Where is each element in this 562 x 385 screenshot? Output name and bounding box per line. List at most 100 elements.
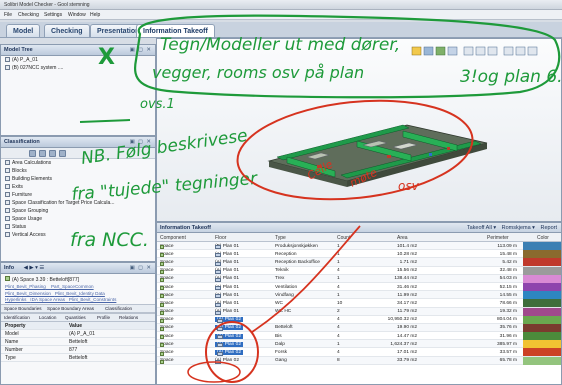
floor-icon	[217, 335, 223, 340]
property-row: Name Betteloft	[1, 338, 155, 346]
takeoff-all-dropdown[interactable]: Takeoff All ▾	[467, 225, 496, 231]
col-component[interactable]: Component	[160, 235, 186, 241]
floor-icon	[217, 318, 223, 323]
col-floor[interactable]: Floor	[215, 235, 226, 241]
tab-relations[interactable]: Relations	[119, 315, 138, 320]
space-icon	[160, 359, 164, 364]
window-titlebar: Solibri Model Checker - Gool stemning	[0, 0, 562, 10]
building-model	[267, 46, 538, 187]
3d-viewer[interactable]	[156, 38, 562, 222]
table-row[interactable]: Space (A) Plan 02 4 10,950.32 m2 804.04 m	[157, 315, 561, 324]
tab-classification[interactable]: Classification	[105, 306, 132, 311]
classification-item[interactable]: Space Classification for Target Price Ca…	[1, 199, 155, 207]
nav-arrows-icon[interactable]: ◀ ▶ ▾ ☰	[24, 265, 45, 271]
toolbar-icon[interactable]	[59, 150, 66, 157]
classification-item[interactable]: Exits	[1, 183, 155, 191]
model-tree-header: Model Tree ▣ ◻ ✕	[1, 45, 155, 56]
menu-window[interactable]: Window	[68, 12, 86, 18]
color-swatch	[523, 291, 561, 300]
panel-window-controls[interactable]: ▣ ◻ ✕	[130, 47, 152, 53]
menu-checking[interactable]: Checking	[18, 12, 39, 18]
floor-icon	[215, 294, 221, 299]
table-row[interactable]: Space (A) Plan 01 WC 10 34.17 m2 78.66 m	[157, 299, 561, 308]
classification-item[interactable]: Space Grouping	[1, 207, 155, 215]
toolbar-icon[interactable]	[29, 150, 36, 157]
classification-item[interactable]: Area Calculations	[1, 159, 155, 167]
color-swatch	[523, 307, 561, 316]
col-color[interactable]: Color	[537, 235, 549, 241]
selected-object: (A) Space 3.39 : Betteloft[877]	[1, 274, 155, 284]
tab-space-boundaries[interactable]: Space Boundaries	[4, 306, 42, 311]
table-row[interactable]: Space (A) Plan 01 Ventilation 4 31.46 m2 52.1…	[157, 282, 561, 292]
table-row[interactable]: Space (A) Plan 01 Trex 1 138.44 m2 54.03 m	[157, 274, 561, 283]
table-row[interactable]: Space (A) Plan 02 Betteloft 4 19.90 m2 35.76 …	[157, 323, 561, 333]
tab-location[interactable]: Location	[39, 315, 56, 320]
panel-window-controls[interactable]: ▣ ◻ ✕	[130, 265, 152, 271]
toolbar-icon[interactable]	[49, 150, 56, 157]
table-row[interactable]: Space (A) Plan 02 Dalp 1 1,624.37 m2 385.97 m	[157, 340, 561, 349]
classification-icon	[5, 199, 10, 205]
main-tabs: Model Checking Presentation Information …	[0, 22, 562, 38]
table-row[interactable]: Space (A) Plan 02 Forsk 4 17.01 m2 33.57 m	[157, 348, 561, 357]
space-icon	[160, 318, 164, 323]
tab-profile[interactable]: Profile	[97, 315, 110, 320]
tree-item[interactable]: (B) 027NCC system ....	[1, 64, 155, 72]
model-icon	[5, 56, 10, 62]
classification-icon	[5, 183, 10, 189]
tab-identification[interactable]: Identification	[4, 315, 30, 320]
romskjema-dropdown[interactable]: Romskjema ▾	[502, 225, 535, 231]
classification-item[interactable]: Blocks	[1, 167, 155, 175]
tab-information-takeoff[interactable]: Information Takeoff	[136, 24, 215, 37]
menu-bar: File Checking Settings Window Help	[0, 10, 562, 20]
table-row[interactable]: Space (A) Plan 02 Gang 8 33.79 m2 65.78 m	[157, 356, 561, 365]
classification-item[interactable]: Furniture	[1, 191, 155, 199]
table-row[interactable]: Space (B) Plan 01 Produksjonskjøkken 1 101.4…	[157, 242, 561, 251]
tab-checking[interactable]: Checking	[44, 24, 90, 37]
window-title: Solibri Model Checker - Gool stemning	[4, 2, 90, 8]
table-row[interactable]: Space (A) Plan 01 Vindfang 1 11.99 m2 14.55 m	[157, 291, 561, 300]
space-icon	[160, 335, 164, 340]
table-row[interactable]: Space (A) Plan 01 Reception Backoffice 1 1.7…	[157, 258, 561, 267]
classification-title: Classification	[4, 139, 40, 145]
col-perimeter[interactable]: Perimeter	[487, 235, 509, 241]
col-count[interactable]: Count	[337, 235, 350, 241]
report-button[interactable]: Report	[540, 225, 557, 231]
info-header: Info ◀ ▶ ▾ ☰ ▣ ◻ ✕	[1, 263, 155, 274]
model-tree-title: Model Tree	[4, 47, 33, 53]
space-icon	[160, 310, 164, 315]
panel-window-controls[interactable]: ▣ ◻ ✕	[130, 139, 152, 145]
color-swatch	[523, 356, 561, 365]
toolbar-icon[interactable]	[39, 150, 46, 157]
menu-file[interactable]: File	[4, 12, 12, 18]
tab-space-boundary-areas[interactable]: Space Boundary Areas	[47, 306, 94, 311]
menu-settings[interactable]: Settings	[44, 12, 62, 18]
menu-help[interactable]: Help	[90, 12, 100, 18]
classification-item[interactable]: Building Elements	[1, 175, 155, 183]
classification-item[interactable]: Vertical Access	[1, 231, 155, 239]
classification-item[interactable]: Space Usage	[1, 215, 155, 223]
color-swatch	[523, 250, 561, 259]
space-icon	[160, 245, 164, 250]
tree-item[interactable]: (A) P_A_01	[1, 56, 155, 64]
tab-quantities[interactable]: Quantities	[65, 315, 86, 320]
color-swatch	[523, 323, 561, 332]
table-row[interactable]: Space (A) Plan 02 Bis 4 14.47 m2 31.96 m	[157, 332, 561, 341]
col-area[interactable]: Area	[397, 235, 408, 241]
table-row[interactable]: Space (A) Plan 01 Reception 1 10.28 m2 15.48 …	[157, 250, 561, 259]
floor-icon	[215, 261, 221, 266]
color-swatch	[523, 340, 561, 349]
space-icon	[160, 343, 164, 348]
col-type[interactable]: Type	[275, 235, 286, 241]
classification-item[interactable]: Status	[1, 223, 155, 231]
tab-model[interactable]: Model	[6, 24, 41, 37]
floor-icon	[215, 310, 221, 315]
table-row[interactable]: Space (A) Plan 01 Teknik 4 15.56 m2 32.48 m	[157, 266, 561, 275]
space-icon	[160, 277, 164, 282]
classification-list: Area Calculations Blocks Building Elements…	[1, 159, 155, 239]
table-row[interactable]: Space (A) Plan 01 WC HC 2 11.79 m2 19.32 m	[157, 307, 561, 316]
classification-header: Classification ▣ ◻ ✕	[1, 137, 155, 148]
property-row: Model (A) P_A_01	[1, 330, 155, 338]
classification-icon	[5, 191, 10, 197]
floor-icon	[215, 269, 221, 274]
color-swatch	[523, 242, 561, 250]
